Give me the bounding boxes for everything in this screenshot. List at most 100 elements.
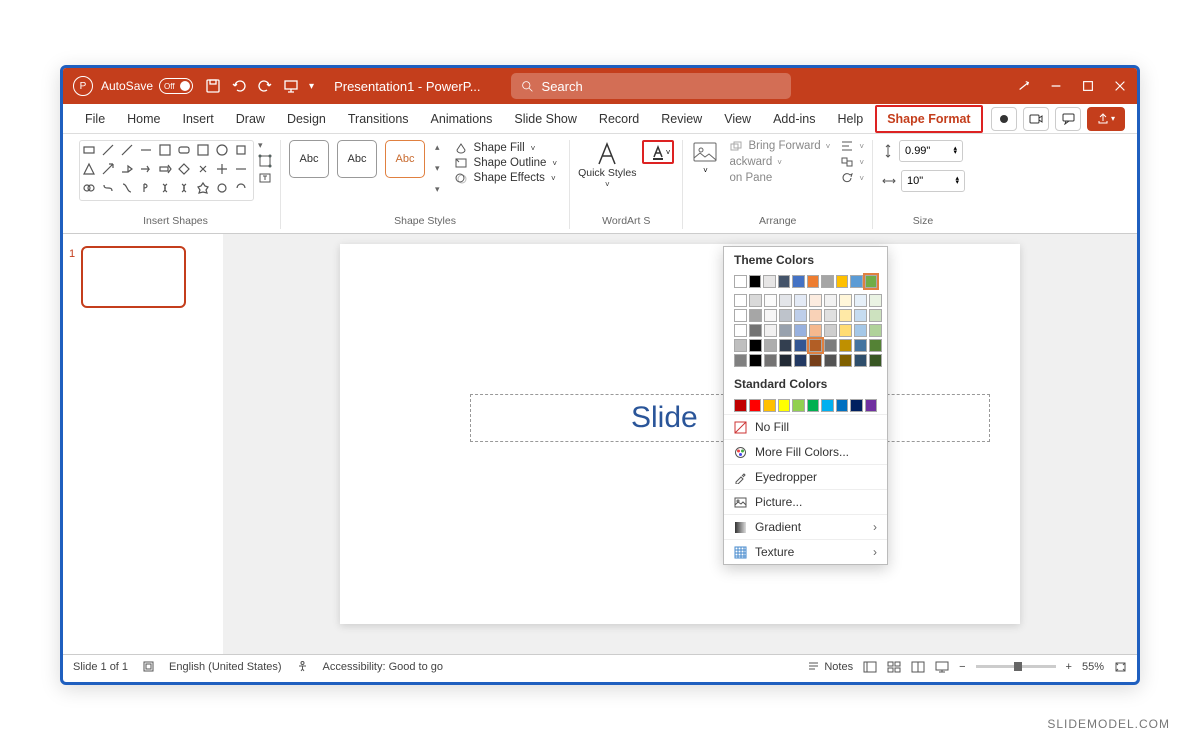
language-indicator[interactable]: English (United States): [169, 661, 282, 673]
shade-swatch[interactable]: [869, 294, 882, 307]
maximize-icon[interactable]: [1081, 79, 1095, 93]
notes-toggle[interactable]: Notes: [807, 661, 853, 673]
comments-icon[interactable]: [1055, 107, 1081, 131]
tab-draw[interactable]: Draw: [226, 107, 275, 131]
shade-swatch[interactable]: [839, 324, 852, 337]
shade-swatch[interactable]: [869, 339, 882, 352]
slideshow-view-icon[interactable]: [935, 661, 949, 673]
quick-styles-button[interactable]: Quick Styles ˅: [578, 140, 636, 189]
shade-swatch[interactable]: [764, 339, 777, 352]
shade-swatch[interactable]: [749, 309, 762, 322]
zoom-out-icon[interactable]: −: [959, 661, 965, 673]
shade-swatch[interactable]: [854, 324, 867, 337]
shapes-more-icon[interactable]: ▾: [258, 140, 272, 151]
theme-swatch[interactable]: [749, 275, 762, 288]
width-input[interactable]: 10"▴▾: [901, 170, 965, 192]
theme-swatch[interactable]: [865, 275, 878, 288]
shade-swatch[interactable]: [824, 339, 837, 352]
record-button-icon[interactable]: [991, 107, 1017, 131]
tab-slideshow[interactable]: Slide Show: [504, 107, 587, 131]
shade-swatch[interactable]: [794, 294, 807, 307]
shape-fill-button[interactable]: Shape Fill ˅: [454, 142, 558, 154]
sorter-view-icon[interactable]: [887, 661, 901, 673]
shade-swatch[interactable]: [779, 294, 792, 307]
shade-swatch[interactable]: [749, 339, 762, 352]
tab-transitions[interactable]: Transitions: [338, 107, 419, 131]
shade-swatch[interactable]: [809, 339, 822, 352]
standard-swatch[interactable]: [734, 399, 747, 412]
redo-icon[interactable]: [257, 78, 273, 94]
normal-view-icon[interactable]: [863, 661, 877, 673]
autosave-toggle[interactable]: AutoSave Off: [101, 78, 193, 94]
shade-swatch[interactable]: [809, 294, 822, 307]
shade-swatch[interactable]: [839, 309, 852, 322]
standard-swatch[interactable]: [778, 399, 791, 412]
theme-swatch[interactable]: [778, 275, 791, 288]
undo-icon[interactable]: [231, 78, 247, 94]
zoom-slider[interactable]: [976, 665, 1056, 668]
shade-swatch[interactable]: [779, 339, 792, 352]
qat-more-icon[interactable]: ▾: [309, 81, 314, 92]
shade-swatch[interactable]: [749, 324, 762, 337]
tab-file[interactable]: File: [75, 107, 115, 131]
accessibility-status[interactable]: Accessibility: Good to go: [323, 661, 443, 673]
camera-icon[interactable]: [1023, 107, 1049, 131]
fit-window-icon[interactable]: [1114, 661, 1127, 673]
shapes-gallery[interactable]: [79, 140, 254, 201]
shade-swatch[interactable]: [854, 339, 867, 352]
search-input[interactable]: Search: [511, 73, 791, 99]
present-icon[interactable]: [283, 78, 299, 94]
standard-swatch[interactable]: [763, 399, 776, 412]
shape-outline-button[interactable]: Shape Outline ˅: [454, 157, 558, 169]
standard-swatch[interactable]: [836, 399, 849, 412]
shade-swatch[interactable]: [734, 294, 747, 307]
shade-swatch[interactable]: [839, 339, 852, 352]
standard-swatch[interactable]: [792, 399, 805, 412]
shade-swatch[interactable]: [779, 354, 792, 367]
shade-swatch[interactable]: [839, 354, 852, 367]
shade-swatch[interactable]: [824, 354, 837, 367]
shade-swatch[interactable]: [854, 354, 867, 367]
spellcheck-icon[interactable]: [142, 660, 155, 673]
shade-swatch[interactable]: [809, 354, 822, 367]
text-fill-button[interactable]: ˅: [642, 140, 674, 164]
minimize-icon[interactable]: [1049, 79, 1063, 93]
shade-swatch[interactable]: [869, 324, 882, 337]
standard-swatch[interactable]: [807, 399, 820, 412]
rotate-button[interactable]: ˅: [840, 172, 864, 184]
shade-swatch[interactable]: [809, 324, 822, 337]
tab-review[interactable]: Review: [651, 107, 712, 131]
selection-pane-button[interactable]: on Pane: [729, 172, 830, 184]
shade-swatch[interactable]: [824, 294, 837, 307]
height-input[interactable]: 0.99"▴▾: [899, 140, 963, 162]
theme-swatch[interactable]: [734, 275, 747, 288]
zoom-level[interactable]: 55%: [1082, 661, 1104, 673]
slide-counter[interactable]: Slide 1 of 1: [73, 661, 128, 673]
shade-swatch[interactable]: [824, 324, 837, 337]
shape-effects-button[interactable]: Shape Effects ˅: [454, 172, 558, 184]
theme-swatch[interactable]: [821, 275, 834, 288]
textbox-icon[interactable]: [258, 171, 272, 185]
theme-swatch[interactable]: [836, 275, 849, 288]
shade-swatch[interactable]: [779, 324, 792, 337]
shade-swatch[interactable]: [764, 324, 777, 337]
shade-swatch[interactable]: [764, 294, 777, 307]
shade-swatch[interactable]: [734, 339, 747, 352]
shade-swatch[interactable]: [794, 324, 807, 337]
send-backward-button[interactable]: ackward ˅: [729, 156, 830, 168]
shade-swatch[interactable]: [749, 354, 762, 367]
tab-design[interactable]: Design: [277, 107, 336, 131]
tab-insert[interactable]: Insert: [173, 107, 224, 131]
shade-swatch[interactable]: [839, 294, 852, 307]
eyedropper-item[interactable]: Eyedropper: [724, 464, 887, 489]
shade-swatch[interactable]: [749, 294, 762, 307]
standard-swatch[interactable]: [821, 399, 834, 412]
reading-view-icon[interactable]: [911, 661, 925, 673]
shade-swatch[interactable]: [734, 354, 747, 367]
theme-swatch[interactable]: [850, 275, 863, 288]
shade-swatch[interactable]: [794, 309, 807, 322]
tab-view[interactable]: View: [714, 107, 761, 131]
shade-swatch[interactable]: [794, 339, 807, 352]
shade-swatch[interactable]: [824, 309, 837, 322]
no-fill-item[interactable]: No Fill: [724, 414, 887, 439]
